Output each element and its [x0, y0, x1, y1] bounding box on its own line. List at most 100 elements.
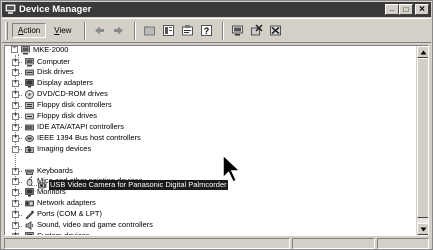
menu-view[interactable]: View — [48, 23, 77, 38]
status-cell-secondary — [291, 238, 376, 249]
tree-connector — [19, 171, 22, 172]
expander-mice-and-other-pointing-devices[interactable]: + — [12, 178, 19, 186]
tree-connector — [19, 62, 22, 63]
expander-ide-ata-atapi-controllers[interactable]: + — [12, 123, 19, 131]
tree-connector — [19, 149, 22, 151]
toolbar-grip[interactable] — [5, 21, 8, 40]
up-folder-icon — [144, 26, 155, 36]
svg-text:?: ? — [204, 26, 210, 36]
scroll-thumb[interactable] — [417, 58, 428, 218]
tree-connector — [19, 203, 22, 205]
tree-item-system-devices[interactable]: System devices — [36, 231, 91, 235]
close-button[interactable]: × — [415, 4, 429, 15]
scroll-down-button[interactable] — [417, 223, 428, 235]
device-manager-icon — [5, 4, 16, 14]
expander-sound-video-and-game-controllers[interactable]: + — [12, 222, 19, 229]
tree-item-ieee-1394-bus-host-controllers[interactable]: IEEE 1394 Bus host controllers — [36, 133, 142, 143]
close-icon: × — [419, 3, 425, 15]
imaging-device-icon — [25, 145, 34, 153]
back-button[interactable] — [91, 23, 107, 39]
maximize-button[interactable]: □ — [399, 4, 413, 15]
tree-connector — [19, 214, 22, 216]
tree-item-network-adapters[interactable]: Network adapters — [36, 198, 97, 208]
menu-view-label: iew — [59, 26, 72, 35]
menu-action[interactable]: Action — [12, 23, 47, 38]
expander-floppy-disk-drives[interactable]: + — [12, 113, 19, 120]
expander-dvd-cd-rom-drives[interactable]: + — [12, 91, 19, 99]
ide-controller-icon — [25, 124, 34, 131]
tree-connector — [19, 225, 22, 227]
tree-connector — [19, 127, 22, 129]
window-title: Device Manager — [19, 4, 92, 15]
arrow-down-icon — [420, 227, 426, 231]
vertical-scrollbar[interactable] — [416, 46, 428, 235]
scan-hardware-button[interactable] — [229, 23, 245, 39]
status-cell-tertiary — [377, 238, 429, 249]
maximize-icon: □ — [403, 4, 409, 14]
tree-item-ports-com-lpt[interactable]: Ports (COM & LPT) — [36, 209, 103, 219]
properties-button[interactable] — [179, 23, 195, 39]
tree-item-display-adapters[interactable]: Display adapters — [36, 78, 94, 88]
computer-icon — [25, 57, 34, 66]
tree-root-label[interactable]: MKE-2000 — [32, 46, 69, 55]
expander-disk-drives[interactable]: + — [12, 69, 19, 77]
tree-item-dvd-cd-rom-drives[interactable]: DVD/CD-ROM drives — [36, 89, 109, 99]
floppy-controller-icon — [25, 102, 34, 109]
tree-item-computer[interactable]: Computer — [36, 57, 71, 67]
menu-action-label: ction — [23, 26, 41, 35]
minimize-icon: _ — [389, 3, 395, 12]
arrow-up-icon — [420, 50, 426, 54]
help-button[interactable]: ? — [198, 23, 214, 39]
tree-item-disk-drives[interactable]: Disk drives — [36, 67, 75, 77]
tree-connector — [18, 54, 19, 58]
expander-ports-com-lpt[interactable]: + — [12, 211, 19, 219]
uninstall-button[interactable] — [248, 23, 264, 39]
root-collapse-toggle[interactable]: - — [11, 46, 18, 53]
show-hide-tree-button[interactable] — [160, 23, 176, 39]
tree-connector — [19, 138, 22, 140]
tree-item-sound-video-and-game-controllers[interactable]: Sound, video and game controllers — [36, 220, 154, 230]
tree-item-floppy-disk-drives[interactable]: Floppy disk drives — [36, 111, 98, 121]
computer-icon — [21, 46, 30, 55]
title-bar[interactable]: Device Manager _ □ × — [2, 2, 431, 17]
display-adapter-icon — [25, 79, 34, 88]
uninstall-icon — [251, 24, 263, 36]
expander-imaging-devices[interactable]: - — [12, 145, 19, 153]
back-arrow-icon — [94, 26, 104, 35]
expander-keyboards[interactable]: + — [12, 167, 19, 175]
expander-monitors[interactable]: + — [12, 189, 19, 197]
tree-item-usb-video-camera[interactable]: USB Video Camera for Panasonic Digital P… — [49, 180, 228, 190]
tree-connector — [19, 192, 22, 194]
toolbar: Action View ? — [2, 18, 431, 43]
tree-item-keyboards[interactable]: Keyboards — [36, 166, 74, 176]
expander-ieee-1394-bus-host-controllers[interactable]: + — [12, 134, 19, 142]
expander-system-devices[interactable]: + — [12, 232, 19, 235]
expander-computer[interactable]: + — [12, 58, 19, 66]
system-device-icon — [25, 232, 34, 235]
forward-button[interactable] — [110, 23, 126, 39]
expander-floppy-disk-controllers[interactable]: + — [12, 102, 19, 110]
scan-hardware-icon — [232, 25, 243, 36]
scroll-up-button[interactable] — [417, 46, 428, 58]
show-hide-tree-icon — [163, 25, 174, 36]
tree-item-floppy-disk-controllers[interactable]: Floppy disk controllers — [36, 100, 113, 110]
tree-connector — [19, 116, 22, 118]
disable-button[interactable] — [267, 23, 283, 39]
up-button[interactable] — [141, 23, 157, 39]
toolbar-separator — [134, 21, 137, 40]
expander-display-adapters[interactable]: + — [12, 80, 19, 88]
device-tree[interactable]: - MKE-2000 + Computer + Disk drives + Display… — [4, 45, 429, 236]
tree-item-imaging-devices[interactable]: Imaging devices — [36, 144, 92, 154]
tree-connector — [19, 72, 22, 74]
expander-network-adapters[interactable]: + — [12, 200, 19, 208]
status-cell-main — [4, 238, 290, 249]
mouse-pointer-icon — [222, 153, 242, 183]
properties-icon — [182, 25, 193, 36]
sound-icon — [25, 221, 34, 230]
tree-connector — [19, 181, 22, 183]
keyboard-icon — [25, 169, 34, 175]
camera-icon — [38, 182, 47, 189]
tree-connector — [31, 185, 37, 186]
tree-item-ide-ata-atapi-controllers[interactable]: IDE ATA/ATAPI controllers — [36, 122, 125, 132]
minimize-button[interactable]: _ — [385, 4, 399, 15]
